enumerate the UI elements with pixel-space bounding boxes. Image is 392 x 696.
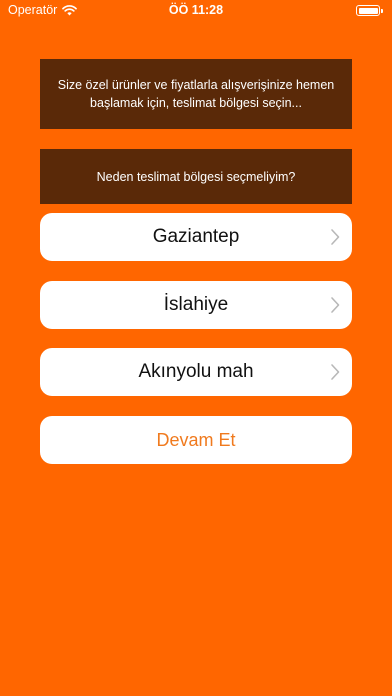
continue-button[interactable]: Devam Et <box>40 416 352 464</box>
screen: Operatör ÖÖ 11:28 Size özel ürünler ve f… <box>0 0 392 696</box>
region-select-neighborhood-label: Akınyolu mah <box>138 361 254 382</box>
chevron-right-icon <box>331 297 340 313</box>
battery-icon <box>356 5 383 16</box>
intro-message: Size özel ürünler ve fiyatlarla alışveri… <box>40 59 352 129</box>
intro-text: Size özel ürünler ve fiyatlarla alışveri… <box>57 78 335 110</box>
why-delivery-region-button[interactable]: Neden teslimat bölgesi seçmeliyim? <box>40 149 352 204</box>
status-time: ÖÖ 11:28 <box>168 3 224 17</box>
region-select-district-label: İslahiye <box>163 294 229 315</box>
continue-button-label: Devam Et <box>156 429 236 450</box>
region-select-city[interactable]: Gaziantep <box>40 213 352 261</box>
region-select-neighborhood[interactable]: Akınyolu mah <box>40 348 352 396</box>
why-delivery-region-label: Neden teslimat bölgesi seçmeliyim? <box>96 169 296 184</box>
chevron-right-icon <box>331 229 340 245</box>
status-bar: Operatör ÖÖ 11:28 <box>0 0 392 22</box>
chevron-right-icon <box>331 364 340 380</box>
region-select-district[interactable]: İslahiye <box>40 281 352 329</box>
region-select-city-label: Gaziantep <box>152 226 240 247</box>
